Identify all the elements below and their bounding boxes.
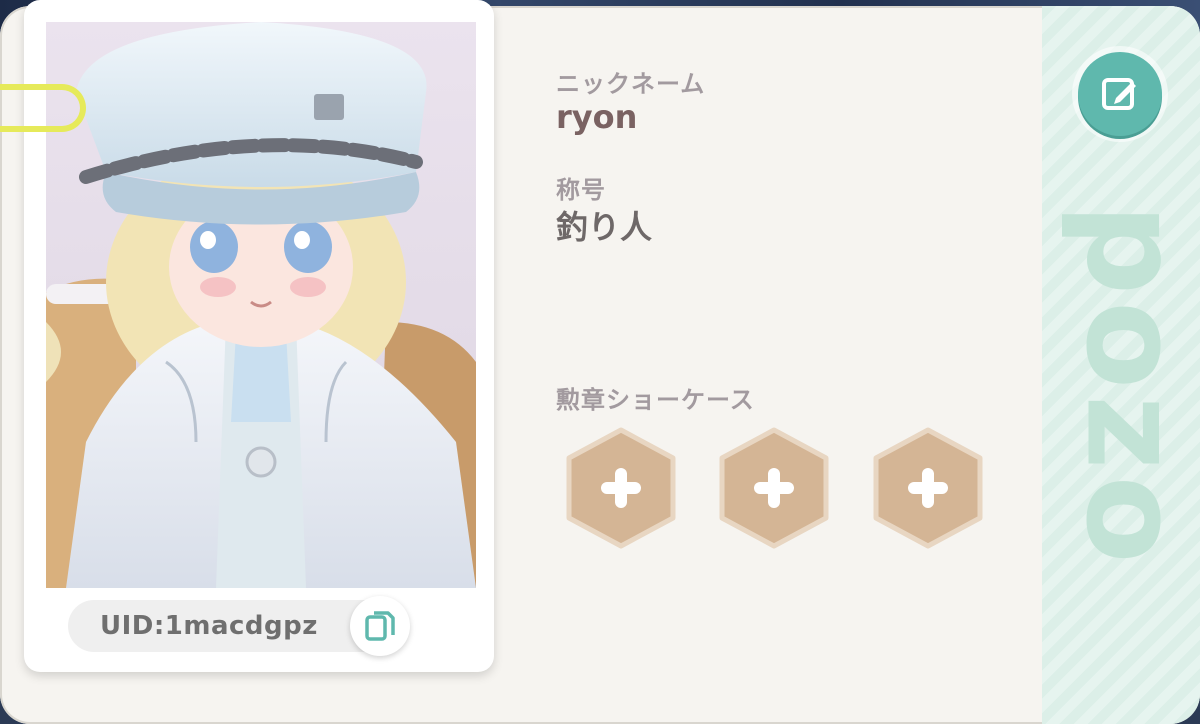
avatar-photo-frame: UID:1macdgpz [24, 0, 494, 672]
edit-icon [1102, 78, 1136, 110]
badge-slot-1[interactable] [563, 426, 679, 550]
badge-slot-3[interactable] [870, 426, 986, 550]
edit-profile-button[interactable] [1078, 52, 1162, 136]
title-label: 称号 [556, 176, 606, 204]
paperclip-icon [0, 84, 86, 132]
avatar-image [46, 22, 476, 588]
nickname-value: ryon [556, 98, 638, 136]
nickname-label: ニックネーム [556, 70, 706, 98]
badge-slot-2[interactable] [716, 426, 832, 550]
badge-showcase-label: 勲章ショーケース [556, 386, 755, 414]
side-watermark-text: pozo [1057, 203, 1200, 569]
uid-text: UID:1macdgpz [100, 611, 318, 641]
copy-uid-button[interactable] [350, 596, 410, 656]
copy-icon [365, 611, 395, 641]
title-value: 釣り人 [556, 208, 653, 246]
